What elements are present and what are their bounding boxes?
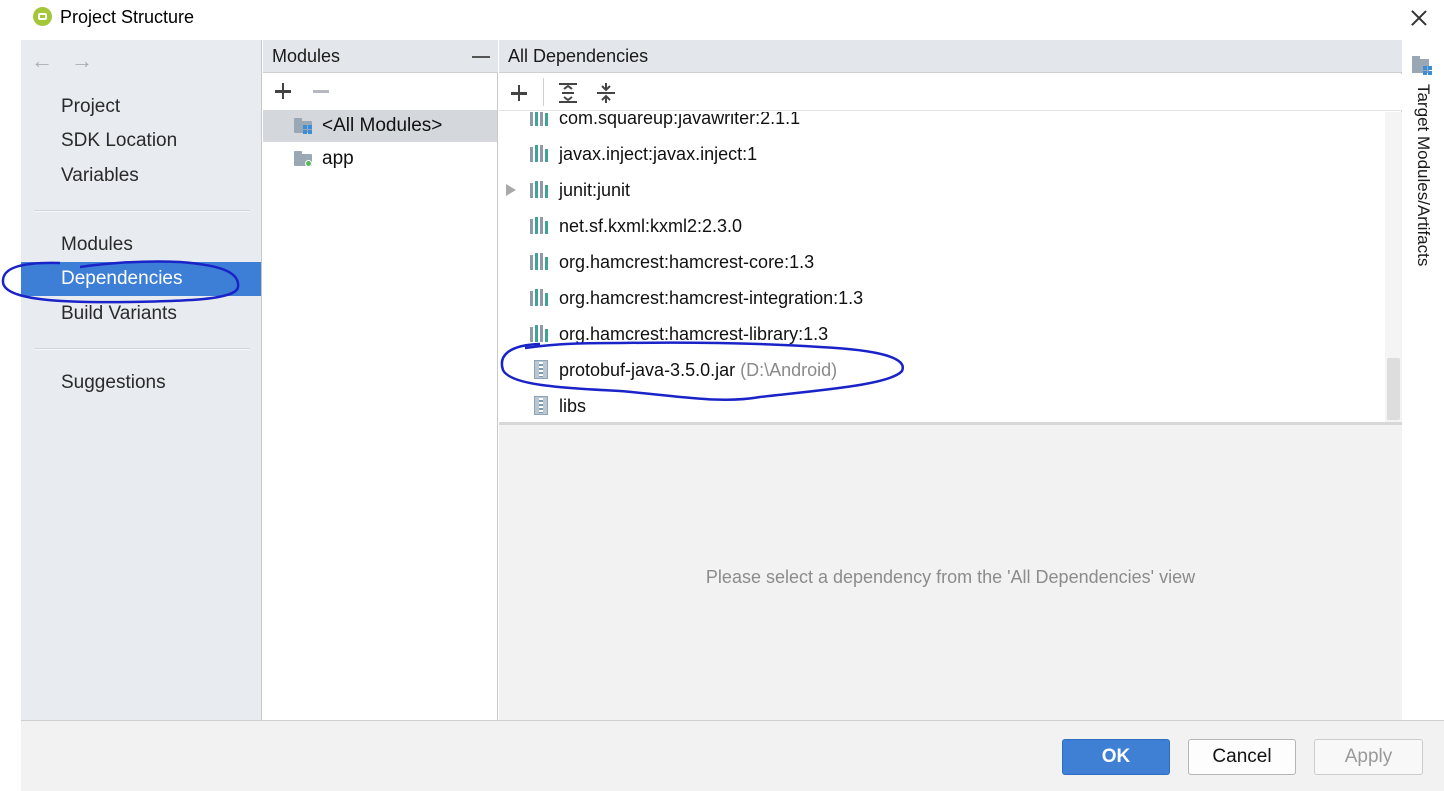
modules-panel: Modules <All Modules> app [263, 40, 498, 720]
modules-header-label: Modules [272, 46, 341, 66]
toolbar-separator [543, 78, 544, 106]
dependency-label: org.hamcrest:hamcrest-library:1.3 [559, 324, 829, 344]
dependencies-header-label: All Dependencies [508, 46, 649, 66]
android-studio-icon [33, 7, 52, 26]
app-module-folder-icon [294, 151, 312, 167]
target-modules-label: Target Modules/Artifacts [1414, 84, 1433, 267]
library-icon [530, 145, 550, 162]
dependency-label: org.hamcrest:hamcrest-core:1.3 [559, 252, 815, 272]
nav-separator [34, 210, 250, 212]
collapse-all-icon[interactable] [595, 82, 617, 104]
title-bar: Project Structure [0, 0, 1444, 38]
library-icon [530, 217, 550, 234]
dependency-label: net.sf.kxml:kxml2:2.3.0 [559, 216, 743, 236]
side-tool-strip: Target Modules/Artifacts [1403, 40, 1444, 720]
close-icon[interactable] [1405, 4, 1433, 32]
dependency-label: libs [559, 396, 587, 416]
dependency-label: protobuf-java-3.5.0.jar [559, 360, 736, 380]
ok-button[interactable]: OK [1062, 739, 1170, 775]
nav-item-modules[interactable]: Modules [21, 228, 261, 262]
nav-item-sdk-location[interactable]: SDK Location [21, 124, 261, 158]
expand-all-icon[interactable] [557, 82, 579, 104]
dependency-label: junit:junit [559, 180, 631, 200]
dependency-item[interactable]: org.hamcrest:hamcrest-core:1.3 [499, 244, 1385, 280]
modules-header: Modules [263, 40, 498, 73]
dependency-item[interactable]: org.hamcrest:hamcrest-integration:1.3 [499, 280, 1385, 316]
library-icon [530, 325, 550, 342]
dependencies-list[interactable]: com.squareup:javawriter:2.1.1 javax.inje… [499, 112, 1385, 422]
dependency-item[interactable]: org.hamcrest:hamcrest-library:1.3 [499, 316, 1385, 352]
dependency-item-libs[interactable]: libs [499, 388, 1385, 422]
target-modules-tab[interactable]: Target Modules/Artifacts [1413, 84, 1437, 284]
dependency-label: javax.inject:javax.inject:1 [559, 144, 758, 164]
dependency-item-protobuf-jar[interactable]: protobuf-java-3.5.0.jar (D:\Android) [499, 352, 1385, 388]
dependencies-panel: All Dependencies com.squareup:javawriter… [499, 40, 1402, 720]
library-icon [530, 253, 550, 270]
dependency-item[interactable]: net.sf.kxml:kxml2:2.3.0 [499, 208, 1385, 244]
library-icon [530, 181, 550, 198]
jar-folder-icon [534, 396, 548, 415]
add-module-icon[interactable] [272, 80, 294, 102]
dependency-path: (D:\Android) [740, 360, 838, 380]
scrollbar-thumb[interactable] [1387, 358, 1400, 420]
module-folder-icon [294, 118, 313, 134]
expand-arrow-icon[interactable] [506, 184, 516, 196]
dependency-item[interactable]: junit:junit [499, 172, 1385, 208]
dependency-item[interactable]: com.squareup:javawriter:2.1.1 [499, 112, 1385, 136]
nav-item-dependencies[interactable]: Dependencies [21, 262, 261, 296]
back-arrow-icon[interactable]: ← [31, 48, 57, 74]
forward-arrow-icon[interactable]: → [71, 48, 97, 74]
add-dependency-icon[interactable] [508, 82, 530, 104]
jar-file-icon [534, 360, 548, 379]
apply-button[interactable]: Apply [1314, 739, 1423, 775]
hide-panel-icon[interactable] [472, 56, 490, 58]
module-item-label: app [322, 148, 354, 169]
dependency-label: org.hamcrest:hamcrest-integration:1.3 [559, 288, 864, 308]
window-title: Project Structure [60, 7, 195, 27]
dialog-button-bar: OK Cancel Apply [21, 720, 1444, 791]
nav-separator [34, 348, 250, 350]
nav-item-build-variants[interactable]: Build Variants [21, 297, 261, 331]
remove-module-icon[interactable] [310, 80, 332, 102]
dependency-item[interactable]: javax.inject:javax.inject:1 [499, 136, 1385, 172]
module-item-app[interactable]: app [263, 143, 497, 175]
dependencies-header: All Dependencies [499, 40, 1402, 73]
library-icon [530, 112, 550, 126]
target-modules-icon[interactable] [1412, 56, 1434, 76]
library-icon [530, 289, 550, 306]
dependency-details-pane: Please select a dependency from the 'All… [499, 425, 1402, 720]
details-placeholder-message: Please select a dependency from the 'All… [705, 567, 1196, 587]
module-item-all-modules[interactable]: <All Modules> [263, 110, 497, 142]
nav-item-suggestions[interactable]: Suggestions [21, 366, 261, 400]
dependency-label: com.squareup:javawriter:2.1.1 [559, 112, 801, 128]
dependencies-toolbar [499, 74, 1402, 111]
nav-item-project[interactable]: Project [21, 90, 261, 124]
nav-item-variables[interactable]: Variables [21, 159, 261, 193]
left-nav-panel: ← → Project SDK Location Variables Modul… [21, 40, 262, 720]
cancel-button[interactable]: Cancel [1188, 739, 1296, 775]
module-item-label: <All Modules> [322, 115, 443, 136]
